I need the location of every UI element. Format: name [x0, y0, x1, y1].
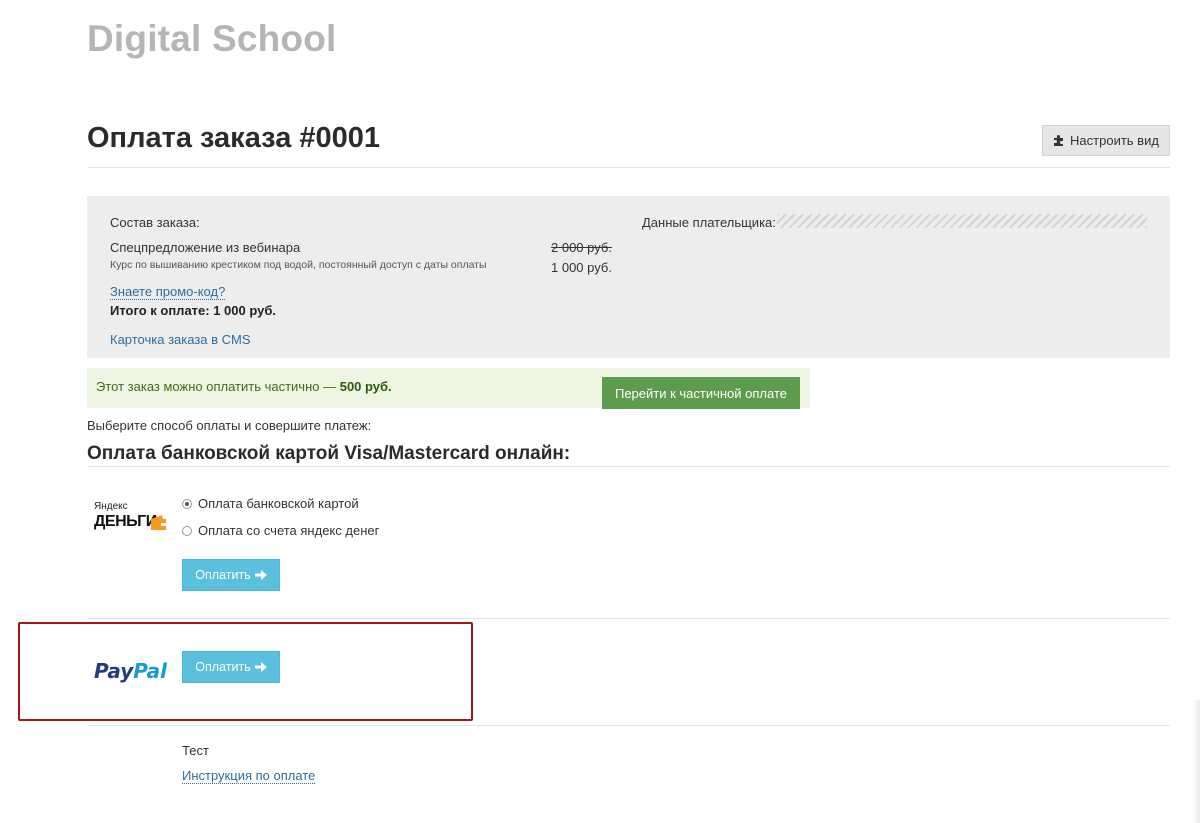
radio-checked-icon[interactable] [182, 498, 192, 509]
order-item-name: Спецпредложение из вебинара [110, 240, 301, 255]
order-item-description: Курс по вышиванию крестиком под водой, п… [110, 259, 487, 271]
payer-data-placeholder [777, 214, 1147, 228]
paypal-highlight-frame [18, 622, 473, 721]
section-divider [87, 466, 1170, 467]
yandex-option-wallet-label: Оплата со счета яндекс денег [198, 523, 380, 538]
site-logo[interactable]: Digital School [87, 18, 336, 60]
partial-payment-button[interactable]: Перейти к частичной оплате [602, 377, 800, 409]
promo-code-link[interactable]: Знаете промо-код? [110, 284, 226, 300]
yandex-option-bank-card[interactable]: Оплата банковской картой [182, 496, 359, 511]
title-divider [87, 167, 1170, 168]
payment-section-title: Оплата банковской картой Visa/Mastercard… [87, 443, 571, 464]
partial-payment-text: Этот заказ можно оплатить частично — 500… [96, 379, 392, 394]
order-composition-label: Состав заказа: [110, 215, 200, 230]
wallet-icon [151, 515, 166, 530]
yandex-money-logo: Яндекс ДЕНЬГИ [94, 500, 170, 540]
promo-code-link-text[interactable]: Знаете промо-код? [110, 284, 226, 300]
payment-instruction-link-text[interactable]: Инструкция по оплате [182, 768, 316, 784]
order-cms-link[interactable]: Карточка заказа в CMS [110, 332, 251, 347]
customize-view-button[interactable]: Настроить вид [1042, 125, 1170, 156]
radio-unchecked-icon[interactable] [182, 525, 192, 536]
yandex-option-bank-card-label: Оплата банковской картой [198, 496, 359, 511]
arrow-right-icon [254, 570, 267, 580]
page-edge-shadow [1192, 700, 1200, 823]
yandex-pay-button-label: Оплатить [195, 568, 251, 582]
order-new-price: 1 000 руб. [551, 260, 612, 275]
partial-payment-message: Этот заказ можно оплатить частично — [96, 379, 337, 394]
yandex-option-wallet[interactable]: Оплата со счета яндекс денег [182, 523, 379, 538]
yandex-pay-button[interactable]: Оплатить [182, 559, 280, 591]
order-total: Итого к оплате: 1 000 руб. [110, 303, 276, 318]
yandex-logo-big-text: ДЕНЬГИ [94, 513, 157, 530]
puzzle-icon [1054, 135, 1064, 146]
method-divider [87, 618, 1170, 619]
method-divider [87, 725, 1170, 726]
customize-view-label: Настроить вид [1070, 133, 1159, 148]
page-title: Оплата заказа #0001 [87, 122, 381, 154]
yandex-logo-small-text: Яндекс [94, 501, 128, 512]
partial-payment-amount: 500 руб. [339, 379, 392, 394]
payment-instruction-link[interactable]: Инструкция по оплате [182, 768, 316, 784]
test-method-label: Тест [182, 743, 209, 758]
order-old-price: 2 000 руб. [551, 240, 612, 255]
payer-data-label: Данные плательщика: [642, 215, 776, 230]
choose-payment-text: Выберите способ оплаты и совершите плате… [87, 418, 372, 433]
